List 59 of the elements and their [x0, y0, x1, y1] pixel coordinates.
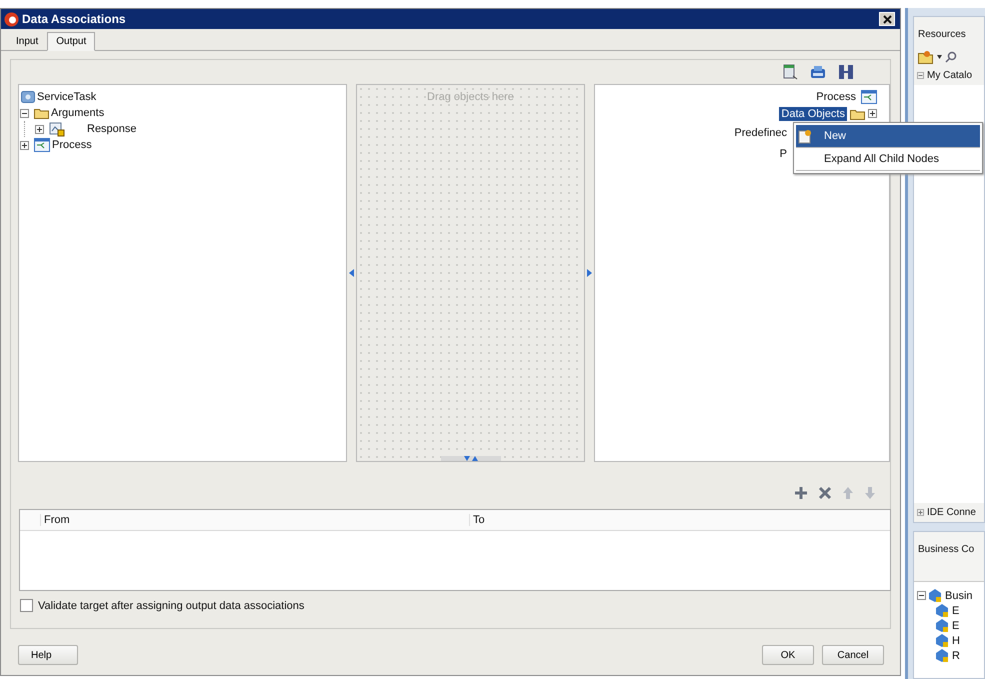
close-icon	[882, 14, 892, 24]
tree-item[interactable]: P	[778, 146, 789, 160]
drop-hint: Drag objects here	[427, 91, 514, 103]
search-icon[interactable]	[945, 51, 957, 63]
expand-icon[interactable]	[20, 140, 29, 150]
task-icon	[21, 91, 35, 103]
collapse-icon[interactable]	[917, 591, 926, 600]
document-lock-icon	[49, 122, 65, 136]
cube-lock-icon	[935, 603, 950, 618]
menu-item[interactable]: Expand All Child Nodes	[796, 148, 980, 171]
collapse-icon[interactable]	[20, 108, 29, 118]
tree-item[interactable]: E	[952, 604, 960, 616]
checkbox[interactable]	[20, 599, 33, 612]
splitter-handle[interactable]	[441, 456, 502, 461]
menu-item[interactable]: New	[796, 125, 980, 148]
tab[interactable]: Output	[47, 32, 96, 51]
process-icon	[34, 138, 50, 152]
column-header[interactable]: To	[469, 514, 890, 526]
app-logo-icon	[4, 12, 19, 26]
cube-lock-icon	[935, 618, 950, 633]
tree-item[interactable]: Busin	[945, 590, 973, 602]
expand-icon[interactable]	[35, 124, 44, 134]
table-icon[interactable]	[782, 64, 798, 80]
cube-lock-icon	[928, 588, 943, 603]
cube-lock-icon	[935, 648, 950, 663]
panel-title: Business Co	[914, 532, 984, 582]
add-icon[interactable]	[794, 486, 808, 500]
new-document-icon	[798, 128, 813, 144]
tree-item[interactable]: Process	[814, 90, 858, 104]
cube-lock-icon	[935, 633, 950, 648]
close-button[interactable]	[879, 12, 895, 26]
folder-icon	[850, 108, 865, 120]
delete-icon[interactable]	[818, 486, 832, 500]
folder-icon	[34, 107, 49, 119]
arrow-left-icon[interactable]	[349, 269, 354, 277]
tree-item[interactable]: H	[952, 634, 960, 646]
arrow-right-icon[interactable]	[586, 269, 592, 277]
section-header[interactable]: My Catalo	[927, 70, 972, 81]
tree-item[interactable]: R	[952, 650, 960, 662]
tree-item[interactable]: Data Objects	[779, 106, 847, 120]
column-header[interactable]: From	[40, 514, 469, 526]
process-icon	[861, 90, 877, 104]
help-button[interactable]: Help	[18, 645, 78, 665]
window-title: Data Associations	[22, 12, 127, 26]
section-header[interactable]: IDE Conne	[927, 507, 976, 518]
panel-title: Resources	[917, 28, 967, 42]
ok-button[interactable]: OK	[762, 645, 814, 665]
tree-item[interactable]: Process	[52, 139, 92, 151]
caret-icon[interactable]	[937, 55, 942, 59]
tree-item[interactable]: Predefinec	[732, 126, 789, 140]
tab[interactable]: Input	[7, 32, 48, 51]
tree-item[interactable]: ServiceTask	[37, 91, 96, 103]
expand-icon[interactable]	[868, 109, 877, 118]
cancel-button[interactable]: Cancel	[822, 645, 884, 665]
folder-add-icon[interactable]	[918, 50, 934, 64]
tree-item[interactable]: E	[952, 620, 960, 632]
tree-item[interactable]: Arguments	[51, 107, 104, 119]
tree-item[interactable]: Response	[87, 123, 137, 135]
checkbox-label: Validate target after assigning output data associations	[38, 600, 304, 612]
